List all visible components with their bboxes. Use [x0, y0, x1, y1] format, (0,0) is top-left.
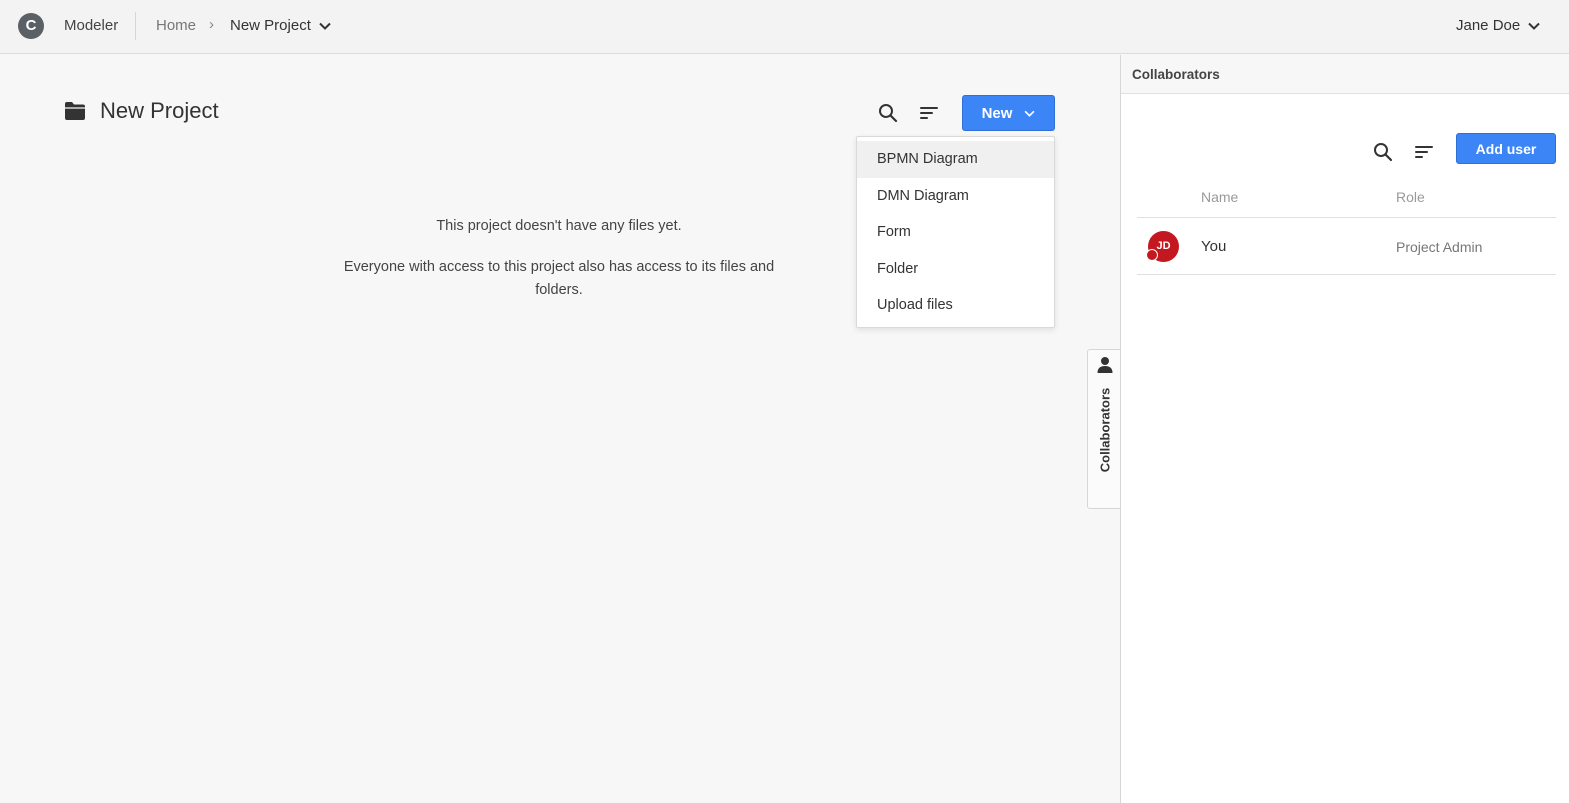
- menu-item-dmn-diagram[interactable]: DMN Diagram: [857, 178, 1054, 215]
- top-bar: C Modeler Home › New Project Jane Doe: [0, 0, 1569, 54]
- new-button[interactable]: New: [962, 95, 1055, 131]
- breadcrumb-current-project[interactable]: New Project: [230, 17, 331, 34]
- app-logo-icon[interactable]: C: [18, 13, 44, 39]
- table-row[interactable]: JD You Project Admin: [1137, 218, 1556, 275]
- add-user-button[interactable]: Add user: [1456, 133, 1556, 164]
- empty-state-title: This project doesn't have any files yet.: [436, 218, 682, 234]
- breadcrumb-home[interactable]: Home: [156, 17, 196, 34]
- avatar: JD: [1146, 231, 1179, 262]
- search-icon[interactable]: [1372, 141, 1394, 163]
- folder-icon: [65, 102, 85, 120]
- side-tab-label: Collaborators: [1097, 387, 1113, 473]
- project-header: New Project: [64, 98, 219, 124]
- avatar-initials: JD: [1156, 240, 1171, 252]
- empty-state-description: Everyone with access to this project als…: [343, 259, 775, 298]
- chevron-down-icon: [1528, 22, 1540, 30]
- user-menu[interactable]: Jane Doe: [1456, 17, 1540, 34]
- topbar-divider: [135, 12, 136, 40]
- admin-badge-icon: [1146, 249, 1158, 261]
- page-title: New Project: [100, 98, 219, 123]
- search-icon[interactable]: [877, 102, 899, 124]
- menu-item-bpmn-diagram[interactable]: BPMN Diagram: [857, 141, 1054, 178]
- menu-item-form[interactable]: Form: [857, 214, 1054, 251]
- collaborator-role[interactable]: Project Admin: [1396, 239, 1482, 255]
- collaborators-panel: Collaborators Add user Name Role JD You …: [1120, 55, 1569, 803]
- breadcrumb-separator: ›: [209, 16, 214, 33]
- column-header-name[interactable]: Name: [1201, 189, 1238, 205]
- panel-header: Collaborators: [1121, 55, 1569, 94]
- sort-icon[interactable]: [1413, 141, 1435, 163]
- collaborator-name: You: [1201, 238, 1227, 255]
- app-name-link[interactable]: Modeler: [64, 17, 118, 34]
- sort-icon[interactable]: [918, 102, 940, 124]
- menu-item-upload-files[interactable]: Upload files: [857, 287, 1054, 324]
- chevron-down-icon: [319, 22, 331, 30]
- menu-item-folder[interactable]: Folder: [857, 251, 1054, 288]
- user-name: Jane Doe: [1456, 17, 1521, 34]
- new-dropdown-menu: BPMN Diagram DMN Diagram Form Folder Upl…: [856, 136, 1055, 328]
- chevron-down-icon: [1024, 110, 1035, 117]
- new-button-label: New: [981, 104, 1013, 122]
- person-icon: [1097, 357, 1113, 373]
- panel-title: Collaborators: [1132, 67, 1220, 82]
- breadcrumb-current-label: New Project: [230, 17, 311, 34]
- column-header-role[interactable]: Role: [1396, 189, 1425, 205]
- collaborators-side-tab[interactable]: Collaborators: [1087, 349, 1121, 509]
